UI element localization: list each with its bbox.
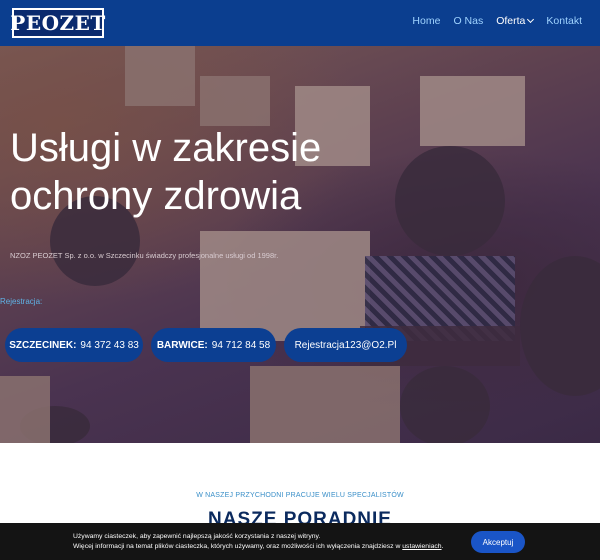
background-building (200, 231, 370, 341)
button-label: SZCZECINEK: (9, 339, 77, 351)
cookie-line-2: Więcej informacji na temat plików ciaste… (73, 543, 401, 550)
cookie-banner: Używamy ciasteczek, aby zapewnić najleps… (0, 523, 600, 560)
registration-label: Rejestracja: (0, 297, 43, 306)
logo-text: PEOZET (10, 11, 106, 35)
nav-oferta-label: Oferta (496, 15, 526, 27)
hero-subtitle: NZOZ PEOZET Sp. z o.o. w Szczecinku świa… (10, 251, 279, 260)
cookie-text: Używamy ciasteczek, aby zapewnić najleps… (73, 533, 444, 550)
section-tagline: W NASZEJ PRZYCHODNI PRACUJE WIELU SPECJA… (196, 492, 404, 499)
email-registration-button[interactable]: Rejestracja123@O2.Pl (284, 328, 407, 362)
nav-kontakt[interactable]: Kontakt (546, 15, 582, 27)
button-value: 94 712 84 58 (211, 339, 271, 351)
background-building (125, 46, 195, 106)
button-value: 94 372 43 83 (80, 339, 139, 351)
phone-szczecinek-button[interactable]: SZCZECINEK: 94 372 43 83 (5, 328, 143, 362)
background-building (0, 376, 50, 443)
nav-o-nas[interactable]: O Nas (453, 15, 483, 27)
background-building (200, 76, 270, 126)
hero-section: Usługi w zakresie ochrony zdrowia NZOZ P… (0, 46, 600, 443)
logo[interactable]: PEOZET (10, 8, 106, 38)
background-building (250, 366, 400, 443)
hero-title: Usługi w zakresie ochrony zdrowia (10, 126, 322, 218)
phone-barwice-button[interactable]: BARWICE: 94 712 84 58 (151, 328, 276, 362)
site-header: PEOZET Home O Nas Oferta Kontakt (0, 0, 600, 46)
cookie-line-1: Używamy ciasteczek, aby zapewnić najleps… (73, 533, 321, 540)
background-tree (520, 256, 600, 396)
cookie-settings-link[interactable]: ustawieniach (402, 543, 441, 550)
button-value: Rejestracja123@O2.Pl (294, 339, 397, 351)
accept-cookies-button[interactable]: Akceptuj (471, 531, 525, 553)
background-tree (400, 366, 490, 443)
main-nav: Home O Nas Oferta Kontakt (412, 15, 582, 27)
nav-home[interactable]: Home (412, 15, 440, 27)
button-label: BARWICE: (156, 339, 208, 351)
background-tree (395, 146, 505, 256)
nav-oferta[interactable]: Oferta (496, 15, 535, 27)
background-building (420, 76, 525, 146)
chevron-down-icon (527, 15, 535, 24)
